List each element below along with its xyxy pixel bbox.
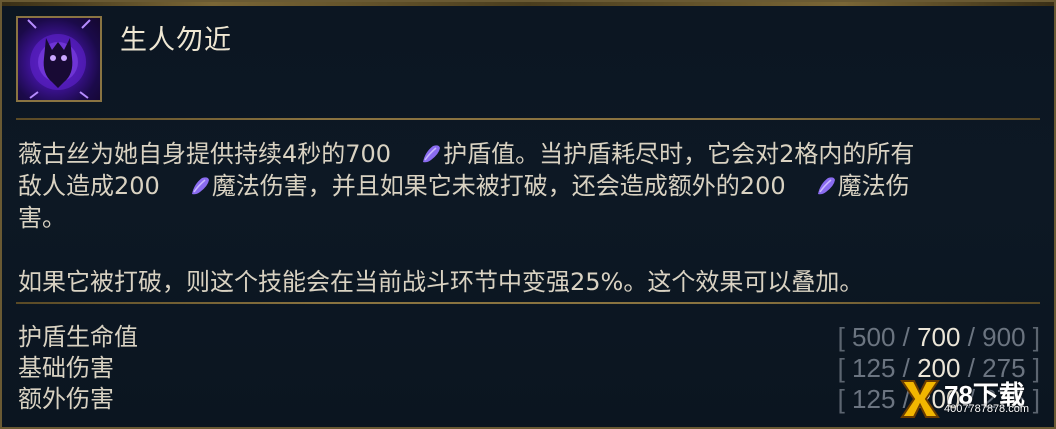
stats-list: 护盾生命值 [ 500 / 700 / 900 ] 基础伤害 [ 125 / 2… xyxy=(18,322,1040,415)
stat-values: [ 500 / 700 / 900 ] xyxy=(837,322,1040,352)
x-logo-icon xyxy=(900,380,940,418)
magic-damage-icon xyxy=(817,177,835,195)
description-text: 魔法伤 xyxy=(837,172,910,200)
description-blank-line xyxy=(18,234,1042,266)
ability-title: 生人勿近 xyxy=(120,25,232,56)
watermark-url: 4007787878.com xyxy=(944,403,1030,415)
site-watermark: 78下载 4007787878.com xyxy=(898,377,1048,421)
stat-label: 基础伤害 xyxy=(18,354,114,382)
stat-value-tier-3: 900 xyxy=(982,322,1026,352)
stat-value-tier-1: 125 xyxy=(852,353,896,383)
description-line-3: 害。 xyxy=(18,204,66,232)
stat-label: 护盾生命值 xyxy=(18,323,138,351)
ability-description: 薇古丝为她自身提供持续4秒的700 护盾值。当护盾耗尽时，它会对2格内的所有 敌人… xyxy=(18,138,1042,298)
header-divider xyxy=(16,118,1040,120)
stat-row-base-damage: 基础伤害 [ 125 / 200 / 275 ] xyxy=(18,353,1040,384)
description-text: 敌人造成200 xyxy=(18,172,160,200)
stat-value-tier-1: 125 xyxy=(852,384,896,414)
ability-tooltip: 生人勿近 薇古丝为她自身提供持续4秒的700 护盾值。当护盾耗尽时，它会对2格内的… xyxy=(0,0,1056,429)
stat-value-tier-1: 500 xyxy=(852,322,896,352)
shadow-shield-icon xyxy=(16,16,102,102)
description-line-5: 如果它被打破，则这个技能会在当前战斗环节中变强25%。这个效果可以叠加。 xyxy=(18,268,864,296)
stat-label: 额外伤害 xyxy=(18,385,114,413)
description-line-2: 敌人造成200 魔法伤害，并且如果它未被打破，还会造成额外的200 魔法伤 xyxy=(18,170,1042,202)
stat-row-shield: 护盾生命值 [ 500 / 700 / 900 ] xyxy=(18,322,1040,353)
shield-stat-icon xyxy=(423,145,441,163)
description-line-1: 薇古丝为她自身提供持续4秒的700 护盾值。当护盾耗尽时，它会对2格内的所有 xyxy=(18,138,1042,170)
description-text: 魔法伤害，并且如果它未被打破，还会造成额外的200 xyxy=(211,172,786,200)
stat-value-tier-2: 700 xyxy=(917,322,961,352)
magic-damage-icon xyxy=(191,177,209,195)
stats-divider xyxy=(16,302,1040,304)
tooltip-header: 生人勿近 xyxy=(16,16,1040,106)
top-border-strip xyxy=(2,2,1054,6)
stat-row-bonus-damage: 额外伤害 [ 125 / 200 / 275 ] xyxy=(18,384,1040,415)
description-text: 薇古丝为她自身提供持续4秒的700 xyxy=(18,140,392,168)
description-text: 护盾值。当护盾耗尽时，它会对2格内的所有 xyxy=(443,140,915,168)
